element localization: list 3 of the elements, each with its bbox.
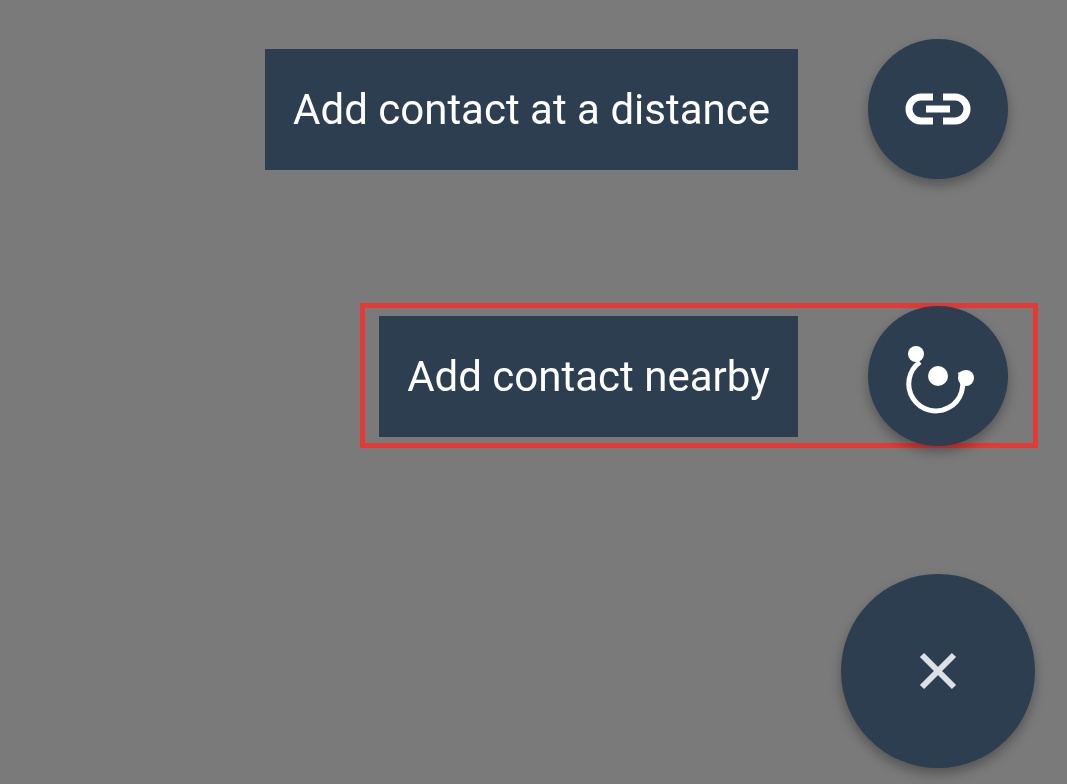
action-label[interactable]: Add contact at a distance — [265, 48, 798, 170]
close-icon — [918, 651, 958, 691]
action-label[interactable]: Add contact nearby — [379, 315, 798, 437]
